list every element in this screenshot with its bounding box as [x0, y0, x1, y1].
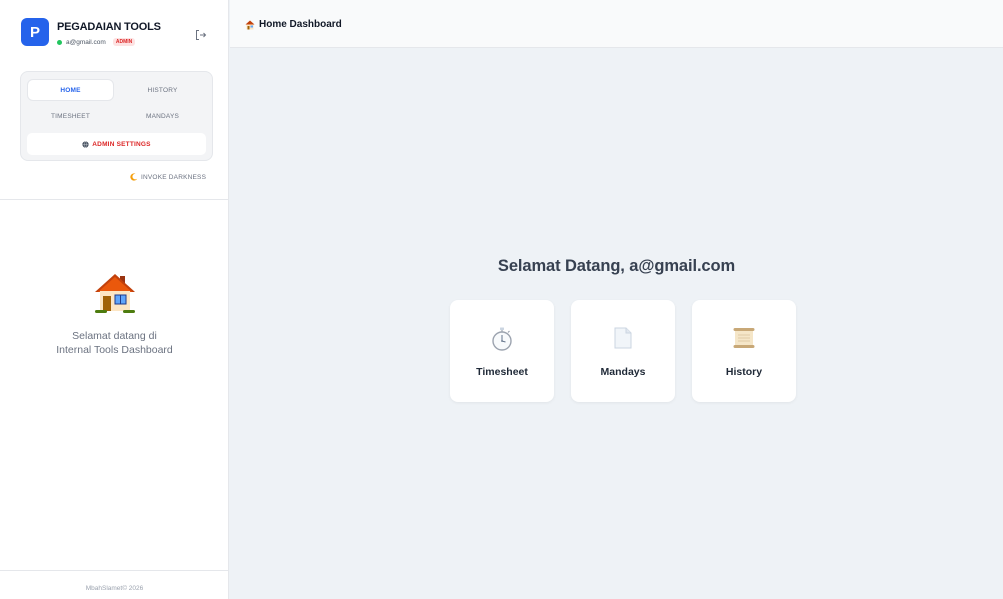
house-icon — [94, 274, 135, 313]
brand-block: P PEGADAIAN TOOLS a@gmail.com ADMIN — [8, 8, 220, 56]
brand-avatar: P — [21, 18, 49, 46]
card-label: Mandays — [600, 366, 646, 378]
card-mandays[interactable]: Mandays — [571, 300, 675, 402]
card-label: History — [725, 366, 763, 378]
user-info: a@gmail.com ADMIN — [57, 38, 136, 46]
logout-button[interactable] — [192, 26, 210, 44]
theme-toggle[interactable]: INVOKE DARKNESS — [130, 173, 206, 181]
online-status-dot — [57, 39, 62, 45]
nav-admin-settings-label: ADMIN SETTINGS — [92, 140, 151, 148]
moon-icon — [130, 173, 138, 181]
welcome-heading: Selamat Datang, a@gmail.com — [497, 257, 736, 275]
nav-mandays[interactable]: MANDAYS — [119, 105, 206, 127]
theme-toggle-label: INVOKE DARKNESS — [141, 173, 207, 181]
logout-icon — [196, 30, 207, 40]
card-timesheet[interactable]: Timesheet — [450, 300, 554, 402]
document-icon — [614, 327, 632, 349]
globe-icon — [82, 140, 89, 148]
page-title-text: Home Dashboard — [259, 19, 342, 30]
nav-admin-settings[interactable]: ADMIN SETTINGS — [27, 133, 206, 155]
user-email: a@gmail.com — [66, 38, 106, 46]
role-badge: ADMIN — [112, 38, 136, 46]
stopwatch-icon — [492, 327, 512, 351]
nav-home[interactable]: HOME — [27, 79, 114, 101]
sidebar-welcome-line1: Selamat datang di — [72, 330, 157, 342]
brand-title: PEGADAIAN TOOLS — [57, 21, 161, 33]
sidebar-welcome: Selamat datang di Internal Tools Dashboa… — [0, 272, 229, 357]
footer-copyright: MbahSlamet© 2026 — [85, 585, 144, 592]
page-title: Home Dashboard — [245, 19, 342, 30]
sidebar: P PEGADAIAN TOOLS a@gmail.com ADMIN HOME… — [0, 0, 229, 599]
card-history[interactable]: History — [692, 300, 796, 402]
nav-panel: HOME HISTORY TIMESHEET MANDAYS ADMIN SET… — [20, 71, 213, 161]
card-label: Timesheet — [476, 366, 528, 378]
footer-divider — [0, 570, 229, 571]
top-header: Home Dashboard — [230, 0, 1003, 48]
nav-timesheet[interactable]: TIMESHEET — [27, 105, 114, 127]
nav-history[interactable]: HISTORY — [119, 79, 206, 101]
house-icon — [245, 20, 255, 29]
sidebar-welcome-line2: Internal Tools Dashboard — [56, 344, 173, 356]
scroll-icon — [733, 328, 755, 348]
sidebar-divider — [0, 199, 229, 200]
